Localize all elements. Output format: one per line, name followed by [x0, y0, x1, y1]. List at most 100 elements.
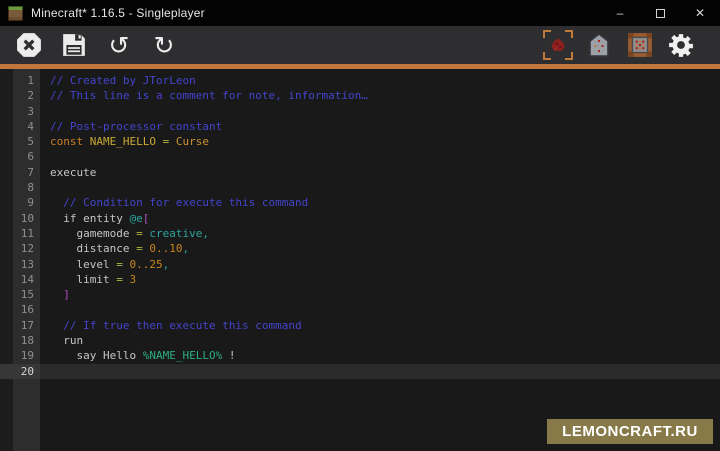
titlebar: Minecraft* 1.16.5 - Singleplayer – ✕	[0, 0, 720, 26]
code-token	[50, 196, 63, 209]
code-token: gamemode	[50, 227, 129, 240]
code-line[interactable]: // Post-processor constant	[40, 119, 720, 134]
line-number: 8	[0, 180, 40, 195]
grass-block-icon	[8, 6, 23, 21]
line-number: 14	[0, 272, 40, 287]
code-line[interactable]	[40, 149, 720, 164]
floppy-disk-icon	[61, 32, 87, 58]
code-token: distance	[50, 242, 129, 255]
code-token: =	[129, 242, 149, 255]
watermark-label: LEMONCRAFT.RU	[562, 423, 698, 440]
code-line[interactable]: // Created by JTorLeon	[40, 73, 720, 88]
selection-bracket-icon	[565, 30, 573, 38]
script-editor: 1234567891011121314151617181920 // Creat…	[0, 69, 720, 451]
code-line[interactable]: execute	[40, 165, 720, 180]
code-token: 0..10	[149, 242, 182, 255]
code-token: 3	[129, 273, 136, 286]
code-token: ,	[182, 242, 189, 255]
code-token: // If true then execute this command	[63, 319, 301, 332]
code-token: if entity	[50, 212, 129, 225]
line-number: 10	[0, 211, 40, 226]
code-token: ]	[63, 288, 70, 301]
code-token: limit	[50, 273, 110, 286]
redo-arrow-icon: ↻	[154, 33, 175, 58]
octagon-x-icon	[16, 32, 42, 58]
line-number: 9	[0, 195, 40, 210]
code-token: level	[50, 258, 110, 271]
code-line[interactable]: // If true then execute this command	[40, 318, 720, 333]
selection-bracket-icon	[543, 52, 551, 60]
redstone-script-button[interactable]	[543, 30, 573, 60]
line-number: 6	[0, 149, 40, 164]
code-line[interactable]	[40, 302, 720, 317]
code-token: creative,	[149, 227, 209, 240]
window-title: Minecraft* 1.16.5 - Singleplayer	[31, 6, 600, 20]
code-column[interactable]: // Created by JTorLeon// This line is a …	[40, 69, 720, 451]
shield-tool-button[interactable]	[584, 30, 614, 60]
line-number: 3	[0, 104, 40, 119]
settings-button[interactable]	[666, 30, 696, 60]
watermark-badge: LEMONCRAFT.RU	[547, 419, 713, 444]
code-token: =	[110, 258, 130, 271]
line-number: 16	[0, 302, 40, 317]
line-number: 13	[0, 257, 40, 272]
code-line[interactable]	[40, 104, 720, 119]
code-token	[50, 288, 63, 301]
app-window: Minecraft* 1.16.5 - Singleplayer – ✕	[0, 0, 720, 451]
code-token: // Post-processor constant	[50, 120, 222, 133]
cancel-button[interactable]	[14, 30, 44, 60]
code-line[interactable]: if entity @e[	[40, 211, 720, 226]
code-line[interactable]	[40, 180, 720, 195]
code-line[interactable]: say Hello %NAME_HELLO% !	[40, 348, 720, 363]
code-line[interactable]: const NAME_HELLO = Curse	[40, 134, 720, 149]
code-line[interactable]: distance = 0..10,	[40, 241, 720, 256]
undo-button[interactable]: ↺	[104, 30, 134, 60]
line-number: 19	[0, 348, 40, 363]
crafting-block-icon	[627, 32, 653, 58]
code-token: const	[50, 135, 90, 148]
toolbar-right	[543, 30, 720, 60]
code-token: run	[50, 334, 83, 347]
maximize-icon	[656, 9, 665, 18]
selection-bracket-icon	[565, 52, 573, 60]
close-button[interactable]: ✕	[680, 0, 720, 26]
code-token: // Condition for execute this command	[63, 196, 308, 209]
gutter-column: 1234567891011121314151617181920	[0, 69, 40, 451]
redo-button[interactable]: ↻	[149, 30, 179, 60]
line-number: 5	[0, 134, 40, 149]
code-token: @e	[129, 212, 142, 225]
code-token: 0..25	[129, 258, 162, 271]
code-line[interactable]: // Condition for execute this command	[40, 195, 720, 210]
code-line[interactable]: ]	[40, 287, 720, 302]
code-token: // Created by JTorLeon	[50, 74, 196, 87]
code-token: NAME_HELLO	[90, 135, 156, 148]
window-controls: – ✕	[600, 0, 720, 26]
code-line[interactable]: limit = 3	[40, 272, 720, 287]
save-button[interactable]	[59, 30, 89, 60]
code-line[interactable]: run	[40, 333, 720, 348]
line-number: 12	[0, 241, 40, 256]
minimize-icon: –	[617, 6, 624, 20]
code-token: =	[129, 227, 149, 240]
toolbar-left: ↺ ↻	[0, 30, 179, 60]
code-token: %NAME_HELLO%	[143, 349, 222, 362]
block-tool-button[interactable]	[625, 30, 655, 60]
close-icon: ✕	[695, 6, 705, 20]
line-number: 20	[0, 364, 40, 379]
code-line[interactable]	[40, 364, 720, 379]
maximize-button[interactable]	[640, 0, 680, 26]
line-number: 1	[0, 73, 40, 88]
code-token: ,	[163, 258, 170, 271]
code-token: execute	[50, 166, 96, 179]
code-line[interactable]: level = 0..25,	[40, 257, 720, 272]
minimize-button[interactable]: –	[600, 0, 640, 26]
code-token: say Hello	[50, 349, 143, 362]
code-token: =	[110, 273, 130, 286]
code-line[interactable]: gamemode = creative,	[40, 226, 720, 241]
line-number: 15	[0, 287, 40, 302]
line-number: 11	[0, 226, 40, 241]
code-line[interactable]: // This line is a comment for note, info…	[40, 88, 720, 103]
code-token	[50, 319, 63, 332]
code-token: =	[156, 135, 176, 148]
undo-arrow-icon: ↺	[109, 33, 130, 58]
